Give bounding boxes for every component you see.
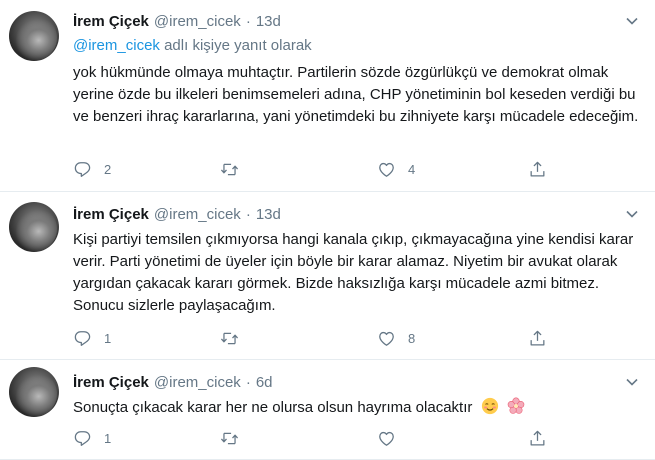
tweet-header: İrem Çiçek @irem_cicek · 6d xyxy=(73,374,273,391)
avatar[interactable] xyxy=(9,367,59,417)
like-count: 4 xyxy=(408,162,416,177)
share-icon xyxy=(530,161,545,177)
chevron-down-icon[interactable] xyxy=(625,375,639,389)
reply-button[interactable]: 1 xyxy=(73,429,111,448)
tweet-text: yok hükmünde olmaya muhtaçtır. Partileri… xyxy=(73,64,639,125)
like-button[interactable]: 4 xyxy=(377,160,415,179)
separator: · xyxy=(245,206,251,223)
avatar[interactable] xyxy=(9,11,59,61)
reply-icon xyxy=(74,331,91,346)
timestamp[interactable]: 6d xyxy=(256,374,273,391)
tweet-actions: 1 8 xyxy=(73,329,553,351)
tweet-actions: 1 xyxy=(73,429,553,451)
author-handle[interactable]: @irem_cicek xyxy=(154,206,241,223)
tweet-text-content: Sonuçta çıkacak karar her ne olursa olsu… xyxy=(73,399,473,416)
like-icon xyxy=(379,431,394,446)
reply-suffix: adlı kişiye yanıt olarak xyxy=(159,37,312,54)
tweet[interactable]: İrem Çiçek @irem_cicek · 13d Kişi partiy… xyxy=(0,192,655,360)
retweet-icon xyxy=(220,432,239,445)
share-button[interactable] xyxy=(528,329,547,348)
share-button[interactable] xyxy=(528,160,547,179)
separator: · xyxy=(245,13,251,30)
author-handle[interactable]: @irem_cicek xyxy=(154,374,241,391)
retweet-icon xyxy=(220,163,239,176)
retweet-button[interactable] xyxy=(220,160,251,179)
tweet-header: İrem Çiçek @irem_cicek · 13d xyxy=(73,13,281,30)
like-count: 8 xyxy=(408,331,416,346)
tweet-text: Kişi partiyi temsilen çıkmıyorsa hangi k… xyxy=(73,231,634,314)
retweet-button[interactable] xyxy=(220,329,251,348)
share-icon xyxy=(530,430,545,446)
separator: · xyxy=(245,374,251,391)
chevron-down-icon[interactable] xyxy=(625,207,639,221)
reply-count: 1 xyxy=(104,431,112,446)
retweet-icon xyxy=(220,332,239,345)
like-button[interactable]: 8 xyxy=(377,329,415,348)
chevron-down-icon[interactable] xyxy=(625,14,639,28)
tweet-header: İrem Çiçek @irem_cicek · 13d xyxy=(73,206,281,223)
timestamp[interactable]: 13d xyxy=(256,13,281,30)
author-name[interactable]: İrem Çiçek xyxy=(73,374,149,391)
timestamp[interactable]: 13d xyxy=(256,206,281,223)
replying-to: @irem_cicek adlı kişiye yanıt olarak xyxy=(73,37,312,54)
reply-button[interactable]: 1 xyxy=(73,329,111,348)
reply-mention-link[interactable]: @irem_cicek xyxy=(73,37,160,54)
tweet-actions: 2 4 xyxy=(73,160,553,182)
author-handle[interactable]: @irem_cicek xyxy=(154,13,241,30)
tweet-text: Sonuçta çıkacak karar her ne olursa olsu… xyxy=(73,397,643,419)
like-button[interactable] xyxy=(377,429,408,448)
tweet[interactable]: İrem Çiçek @irem_cicek · 6d Sonuçta çıka… xyxy=(0,360,655,460)
like-icon xyxy=(379,331,394,346)
tweet[interactable]: İrem Çiçek @irem_cicek · 13d @irem_cicek… xyxy=(0,0,655,192)
author-name[interactable]: İrem Çiçek xyxy=(73,206,149,223)
reply-button[interactable]: 2 xyxy=(73,160,111,179)
share-button[interactable] xyxy=(528,429,547,448)
retweet-button[interactable] xyxy=(220,429,251,448)
reply-icon xyxy=(74,431,91,446)
share-icon xyxy=(530,330,545,346)
like-icon xyxy=(379,162,394,177)
reply-icon xyxy=(74,162,91,177)
avatar[interactable] xyxy=(9,202,59,252)
reply-count: 1 xyxy=(104,331,112,346)
reply-count: 2 xyxy=(104,162,112,177)
author-name[interactable]: İrem Çiçek xyxy=(73,13,149,30)
smiling-blush-emoji xyxy=(481,397,498,415)
cherry-blossom-emoji xyxy=(507,397,524,414)
